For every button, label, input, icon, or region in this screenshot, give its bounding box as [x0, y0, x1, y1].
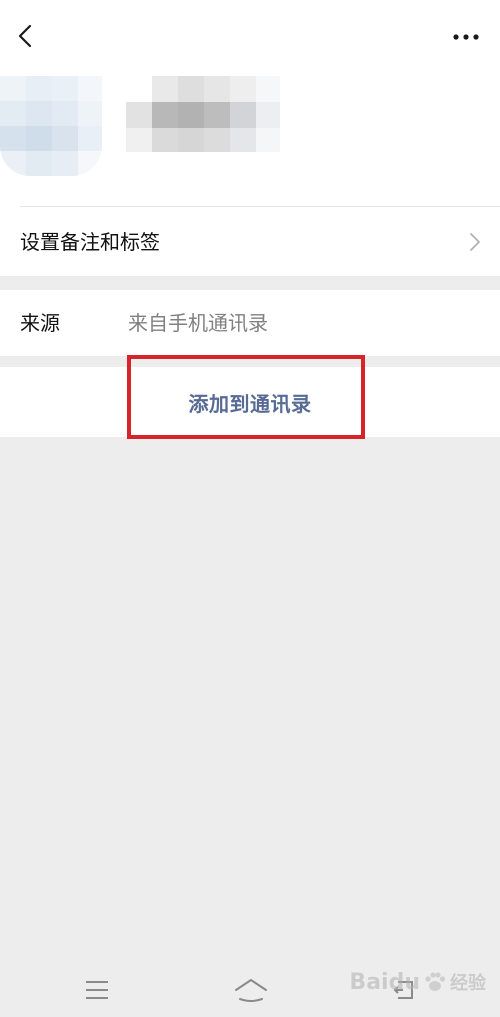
nickname-blur-pixel	[204, 102, 230, 128]
nickname-blur-pixel	[126, 102, 152, 128]
add-to-contacts-label: 添加到通讯录	[188, 391, 312, 416]
nickname-blur-pixel	[204, 128, 230, 152]
nickname-blur-pixel	[230, 76, 256, 102]
nav-home-button[interactable]	[232, 975, 270, 1005]
more-button[interactable]	[448, 22, 484, 52]
nickname-blur-pixel	[152, 76, 178, 102]
avatar-blur-pixel	[0, 101, 26, 126]
profile-header	[0, 76, 500, 206]
avatar-blur-pixel	[26, 76, 52, 101]
set-remark-and-tags-row[interactable]: 设置备注和标签	[0, 207, 500, 276]
nickname-blur-pixel	[178, 76, 204, 102]
avatar-blur-pixel	[26, 126, 52, 151]
source-label: 来源	[20, 311, 60, 335]
nickname-blur-pixels	[126, 76, 280, 152]
avatar-blur-pixel	[26, 101, 52, 126]
nickname-blur-pixel	[178, 102, 204, 128]
home-icon	[235, 979, 267, 1002]
nickname-blur-pixel	[230, 128, 256, 152]
nickname-blur	[126, 76, 280, 152]
source-value: 来自手机通讯录	[128, 311, 268, 335]
avatar[interactable]	[0, 76, 102, 176]
nickname-blur-pixel	[256, 102, 280, 128]
add-to-contacts-row: 添加到通讯录	[0, 367, 500, 437]
nickname-blur-pixel	[256, 128, 280, 152]
avatar-blur-pixel	[78, 101, 102, 126]
nickname-blur-pixel	[178, 128, 204, 152]
avatar-blur-pixel	[52, 76, 78, 101]
chevron-right-icon	[470, 233, 480, 251]
avatar-blur-pixel	[52, 126, 78, 151]
avatar-blur-pixel	[78, 126, 102, 151]
nickname-blur-pixel	[152, 128, 178, 152]
profile-card: 设置备注和标签	[0, 0, 500, 276]
menu-icon	[86, 981, 108, 999]
source-row: 来源 来自手机通讯录	[0, 290, 500, 356]
avatar-blur-pixel	[78, 151, 102, 176]
more-dots-icon	[453, 34, 479, 40]
nickname-blur-pixel	[204, 76, 230, 102]
nav-back-button[interactable]	[392, 976, 418, 1004]
chevron-left-icon	[18, 24, 32, 48]
avatar-blur-pixel	[0, 126, 26, 151]
nickname-blur-pixel	[230, 102, 256, 128]
nickname-blur-pixel	[126, 76, 152, 102]
avatar-blur-pixel	[52, 101, 78, 126]
nickname-blur-pixel	[126, 128, 152, 152]
avatar-blur-pixel	[78, 76, 102, 101]
avatar-blur-pixel	[26, 151, 52, 176]
system-nav-bar	[0, 958, 500, 1017]
avatar-blur	[0, 76, 102, 176]
remark-label: 设置备注和标签	[20, 230, 160, 254]
back-icon	[393, 981, 413, 999]
nav-menu-button[interactable]	[82, 978, 112, 1002]
top-bar	[0, 0, 500, 76]
avatar-blur-pixel	[0, 151, 26, 176]
avatar-blur-pixel	[0, 76, 26, 101]
add-to-contacts-button[interactable]: 添加到通讯录	[0, 367, 500, 437]
nickname-blur-pixel	[256, 76, 280, 102]
nickname-blur-pixel	[152, 102, 178, 128]
back-button[interactable]	[8, 18, 44, 54]
avatar-blur-pixel	[52, 151, 78, 176]
